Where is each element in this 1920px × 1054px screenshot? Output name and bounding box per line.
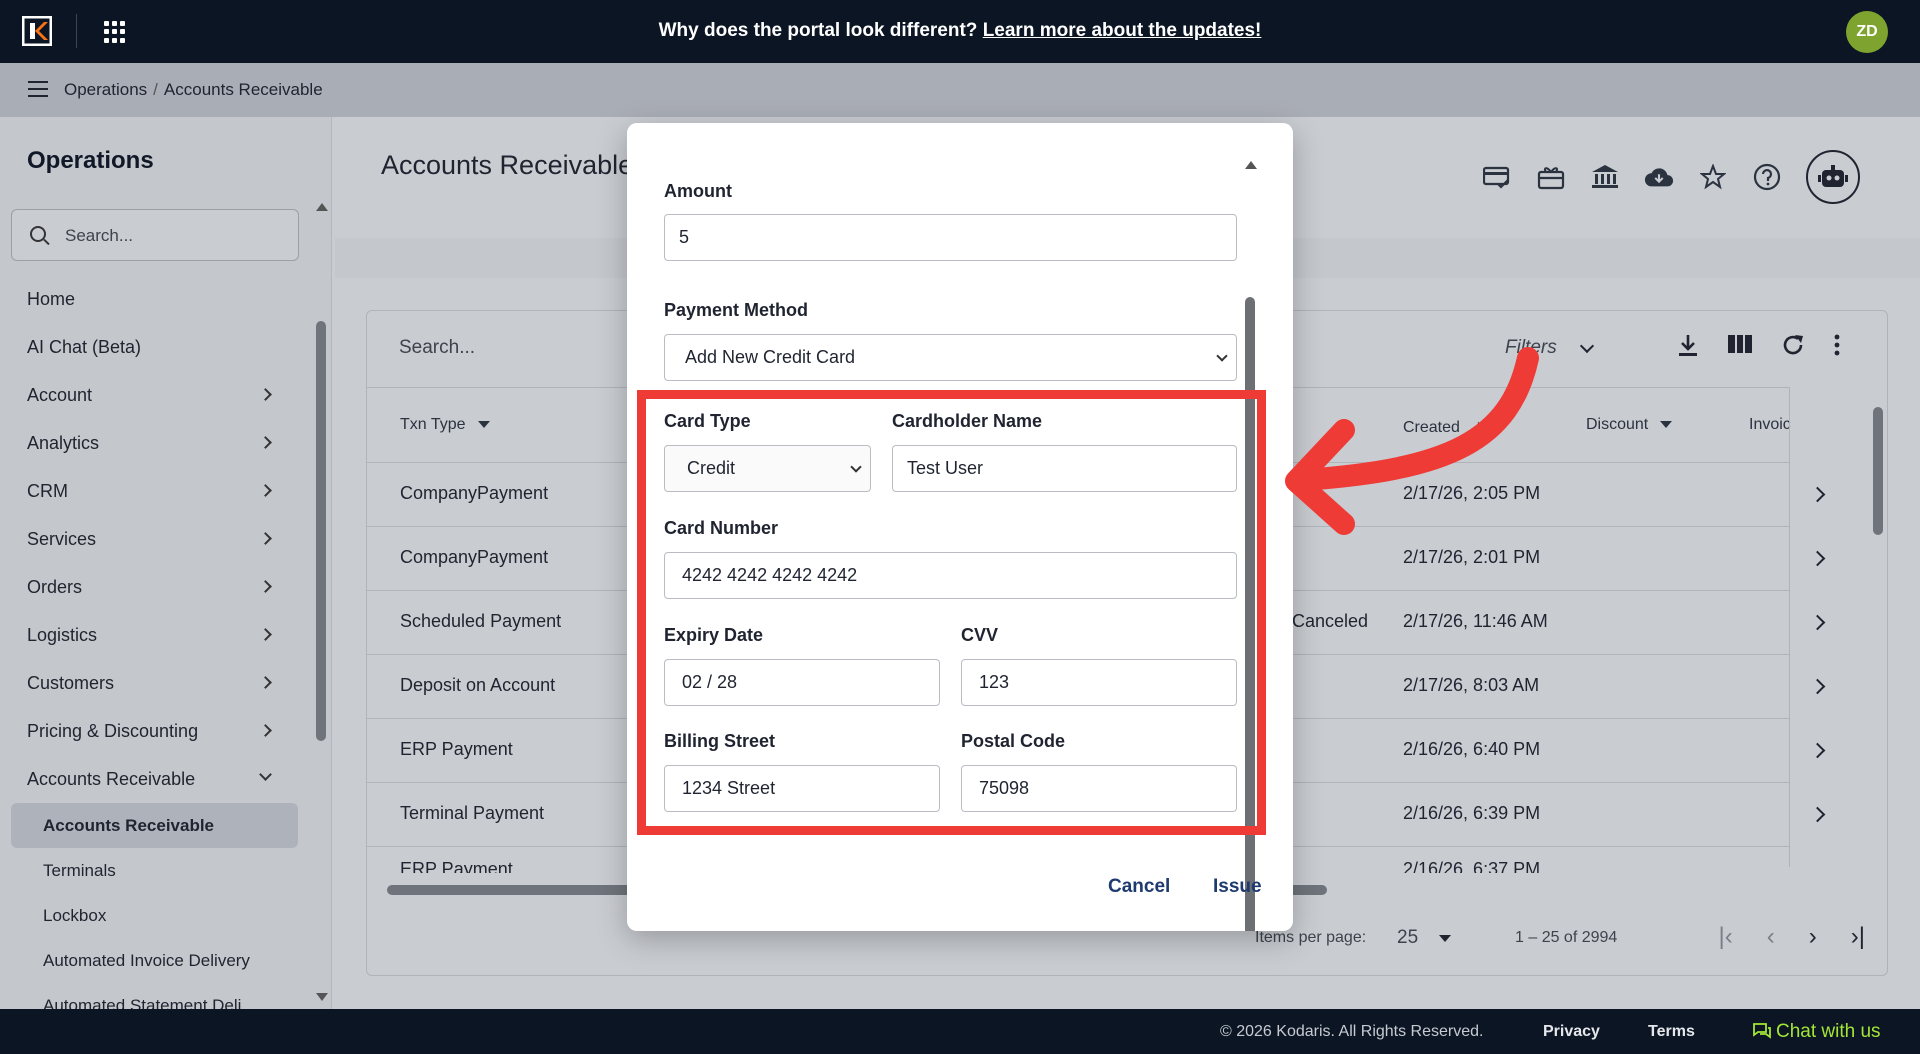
help-icon[interactable] bbox=[1752, 162, 1782, 192]
sidebar-subitem-accounts-receivable[interactable]: Accounts Receivable bbox=[11, 803, 298, 848]
items-per-page-select[interactable]: 25 bbox=[1397, 927, 1418, 949]
sidebar-item-crm[interactable]: CRM bbox=[0, 467, 310, 515]
payment-method-select[interactable]: Add New Credit Card bbox=[664, 334, 1237, 381]
chevron-right-icon[interactable] bbox=[1809, 742, 1826, 759]
page-title: Accounts Receivable bbox=[381, 150, 634, 180]
star-icon[interactable] bbox=[1698, 162, 1728, 192]
learn-more-link[interactable]: Learn more about the updates! bbox=[983, 20, 1262, 41]
annotation-arrow bbox=[1285, 347, 1539, 535]
sidebar-item-pricing[interactable]: Pricing & Discounting bbox=[0, 707, 310, 755]
annotation-highlight-box bbox=[637, 390, 1266, 835]
sort-caret-icon bbox=[477, 421, 490, 429]
sidebar-title: Operations bbox=[27, 147, 154, 174]
amount-label: Amount bbox=[664, 181, 732, 201]
chevron-right-icon[interactable] bbox=[1809, 486, 1826, 503]
sidebar-item-customers[interactable]: Customers bbox=[0, 659, 310, 707]
amount-input[interactable]: 5 bbox=[664, 214, 1237, 261]
chat-with-us-link[interactable]: Chat with us bbox=[1752, 1021, 1881, 1043]
breadcrumb: Operations / Accounts Receivable bbox=[64, 80, 323, 99]
banner-text: Why does the portal look different? bbox=[658, 20, 978, 41]
chevron-right-icon bbox=[259, 388, 272, 401]
sidebar-item-accounts-receivable[interactable]: Accounts Receivable bbox=[0, 755, 310, 803]
sidebar-item-ai-chat[interactable]: AI Chat (Beta) bbox=[0, 323, 310, 371]
chevron-right-icon bbox=[259, 436, 272, 449]
gift-card-icon[interactable] bbox=[1536, 162, 1566, 192]
footer: © 2026 Kodaris. All Rights Reserved. Pri… bbox=[0, 1009, 1920, 1054]
breadcrumb-operations[interactable]: Operations bbox=[64, 80, 147, 99]
sidebar-item-orders[interactable]: Orders bbox=[0, 563, 310, 611]
table-search-input[interactable]: Search... bbox=[399, 337, 475, 359]
chevron-right-icon[interactable] bbox=[1809, 614, 1826, 631]
download-icon[interactable] bbox=[1677, 333, 1699, 364]
first-page-icon[interactable]: |‹ bbox=[1719, 923, 1733, 951]
columns-icon[interactable] bbox=[1727, 333, 1753, 364]
chevron-right-icon bbox=[259, 532, 272, 545]
chevron-right-icon bbox=[259, 628, 272, 641]
column-header-invoice[interactable]: Invoic bbox=[1749, 416, 1791, 434]
chat-icon bbox=[1753, 1023, 1771, 1039]
column-header-txn-type[interactable]: Txn Type bbox=[400, 416, 490, 434]
dialog-scroll-up-icon[interactable] bbox=[1245, 161, 1257, 169]
breadcrumb-bar: Operations / Accounts Receivable bbox=[0, 63, 1920, 117]
sidebar-subitem-lockbox[interactable]: Lockbox bbox=[0, 893, 310, 938]
cloud-download-icon[interactable] bbox=[1644, 162, 1674, 192]
sidebar-scrollbar[interactable] bbox=[316, 211, 326, 741]
column-header-discount[interactable]: Discount bbox=[1586, 416, 1673, 434]
copyright-text: © 2026 Kodaris. All Rights Reserved. bbox=[1220, 1023, 1484, 1040]
chevron-right-icon[interactable] bbox=[1809, 678, 1826, 695]
top-banner-bar: Why does the portal look different? Lear… bbox=[0, 0, 1920, 63]
sidebar-item-account[interactable]: Account bbox=[0, 371, 310, 419]
sort-caret-icon bbox=[1660, 421, 1673, 429]
header-actions bbox=[1482, 150, 1860, 204]
menu-icon[interactable] bbox=[28, 81, 48, 97]
pagination-range: 1 – 25 of 2994 bbox=[1515, 929, 1618, 946]
table-tools bbox=[1677, 333, 1841, 364]
terms-link[interactable]: Terms bbox=[1648, 1023, 1695, 1041]
chevron-right-icon bbox=[259, 724, 272, 737]
items-per-page-label: Items per page: bbox=[1255, 929, 1367, 946]
update-banner: Why does the portal look different? Lear… bbox=[0, 20, 1920, 42]
robot-icon bbox=[1818, 165, 1848, 187]
sidebar-item-analytics[interactable]: Analytics bbox=[0, 419, 310, 467]
payment-method-label: Payment Method bbox=[664, 300, 809, 320]
previous-page-icon[interactable]: ‹ bbox=[1767, 923, 1775, 951]
refresh-icon[interactable] bbox=[1781, 333, 1805, 364]
sidebar-item-home[interactable]: Home bbox=[0, 275, 310, 323]
sidebar-item-services[interactable]: Services bbox=[0, 515, 310, 563]
table-vertical-scrollbar[interactable] bbox=[1873, 407, 1883, 535]
next-page-icon[interactable]: › bbox=[1809, 923, 1817, 951]
user-avatar[interactable]: ZD bbox=[1846, 11, 1888, 53]
sidebar: Operations Search... Home AI Chat (Beta)… bbox=[0, 117, 332, 1015]
sidebar-search-input[interactable]: Search... bbox=[11, 209, 299, 261]
ai-assistant-button[interactable] bbox=[1806, 150, 1860, 204]
issue-button[interactable]: Issue bbox=[1213, 876, 1262, 898]
sidebar-search-placeholder: Search... bbox=[65, 226, 134, 245]
bank-icon[interactable] bbox=[1590, 162, 1620, 192]
more-options-icon[interactable] bbox=[1833, 333, 1841, 364]
column-divider bbox=[1789, 387, 1790, 867]
pagination-controls: |‹ ‹ › ›| bbox=[1719, 923, 1865, 951]
chevron-right-icon[interactable] bbox=[1809, 550, 1826, 567]
chevron-right-icon[interactable] bbox=[1809, 806, 1826, 823]
sidebar-subitem-invoice-delivery[interactable]: Automated Invoice Delivery bbox=[0, 938, 310, 983]
chevron-down-icon[interactable] bbox=[1579, 338, 1595, 354]
chevron-down-icon bbox=[259, 768, 272, 781]
breadcrumb-accounts-receivable: Accounts Receivable bbox=[163, 80, 323, 99]
search-icon bbox=[30, 226, 46, 242]
sidebar-nav: Home AI Chat (Beta) Account Analytics CR… bbox=[0, 275, 310, 1028]
chevron-right-icon bbox=[259, 676, 272, 689]
cancel-button[interactable]: Cancel bbox=[1108, 876, 1170, 898]
sidebar-subitem-terminals[interactable]: Terminals bbox=[0, 848, 310, 893]
chevron-right-icon bbox=[259, 580, 272, 593]
sidebar-scroll-down-icon[interactable] bbox=[316, 993, 328, 1001]
sidebar-scroll-up-icon[interactable] bbox=[316, 203, 328, 211]
privacy-link[interactable]: Privacy bbox=[1543, 1023, 1600, 1041]
chevron-right-icon bbox=[259, 484, 272, 497]
card-check-icon[interactable] bbox=[1482, 162, 1512, 192]
sidebar-item-logistics[interactable]: Logistics bbox=[0, 611, 310, 659]
last-page-icon[interactable]: ›| bbox=[1851, 923, 1865, 951]
chevron-down-icon[interactable] bbox=[1439, 935, 1451, 942]
